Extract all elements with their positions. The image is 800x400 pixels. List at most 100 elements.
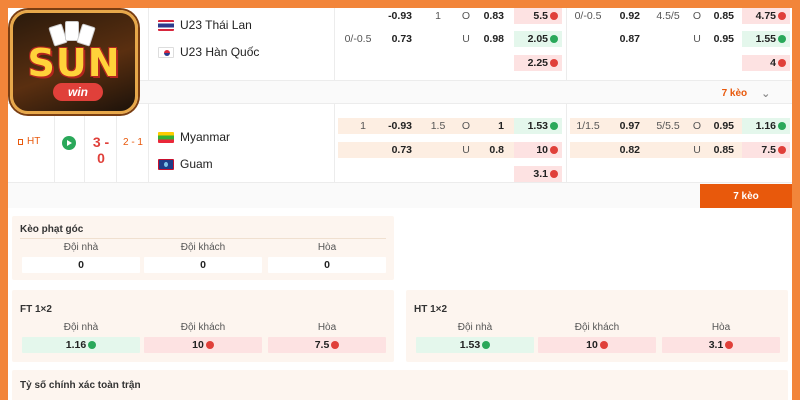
col-home: Đội nhà — [457, 322, 493, 333]
away-team-name: Guam — [180, 157, 213, 171]
x12-odds[interactable]: 2.05 — [514, 31, 562, 47]
col-away: Đội khách — [574, 322, 620, 333]
x12-odds[interactable]: 2.25 — [514, 55, 562, 71]
col-home: Đội nhà — [63, 322, 99, 333]
col-away: Đội khách — [180, 242, 226, 253]
ht-hcp: 0/-0.5 — [574, 10, 602, 22]
odds-away[interactable]: 0 — [144, 257, 262, 273]
ht-ou-side: O — [692, 120, 702, 132]
exact-score-panel: Tỷ số chính xác toàn trận — [12, 370, 788, 400]
ht-x12-odds[interactable]: 4 — [742, 55, 790, 71]
ou-line: 1.5 — [430, 120, 446, 132]
down-indicator-icon — [550, 146, 558, 154]
up-indicator-icon — [778, 35, 786, 43]
ou-odds[interactable]: 0.83 — [476, 8, 508, 24]
odds-home[interactable]: 1.53 — [416, 337, 534, 353]
ou-side: U — [462, 144, 470, 156]
ht-x12-odds[interactable]: 1.55 — [742, 31, 790, 47]
logo-text: SUN — [27, 41, 121, 85]
up-indicator-icon — [778, 122, 786, 130]
ht-hcp-odds[interactable]: 0.82 — [608, 142, 644, 158]
down-indicator-icon — [778, 12, 786, 20]
ht-x12-odds[interactable]: 4.75 — [742, 8, 790, 24]
ht-x12-odds[interactable]: 7.5 — [742, 142, 790, 158]
ht-x12-odds[interactable]: 1.16 — [742, 118, 790, 134]
odds-draw[interactable]: 7.5 — [268, 337, 386, 353]
odds-draw[interactable]: 3.1 — [662, 337, 780, 353]
ht-hcp-odds[interactable]: 0.92 — [608, 8, 644, 24]
more-bets-row: 7 kèo — [8, 182, 792, 208]
odds-draw[interactable]: 0 — [268, 257, 386, 273]
home-team-name: U23 Thái Lan — [180, 18, 252, 32]
up-indicator-icon — [88, 341, 97, 349]
down-indicator-icon — [725, 341, 734, 349]
south-korea-flag-icon — [158, 46, 174, 58]
panel-title: Kèo phạt góc — [20, 224, 84, 235]
ht-hcp-odds[interactable]: 0.87 — [608, 31, 644, 47]
chevron-down-icon: ⌄ — [761, 87, 771, 100]
ou-odds[interactable]: 0.98 — [476, 31, 508, 47]
hcp-odds[interactable]: 0.73 — [378, 31, 416, 47]
ou-side: U — [462, 33, 470, 45]
bet-detail-area: Kèo phạt góc Đội nhà Đội khách Hòa 0 0 0… — [8, 208, 792, 400]
more-bets-toggle[interactable]: 7 kèo ⌄ — [700, 81, 792, 105]
hcp-odds[interactable]: 0.73 — [378, 142, 416, 158]
odds-away[interactable]: 10 — [538, 337, 656, 353]
home-team: Myanmar — [158, 130, 230, 144]
down-indicator-icon — [205, 341, 214, 349]
sunwin-logo: SUN win — [10, 10, 138, 114]
ou-odds[interactable]: 1 — [476, 118, 508, 134]
down-indicator-icon — [778, 146, 786, 154]
ht-ou-odds[interactable]: 0.85 — [704, 8, 738, 24]
ou-side: O — [461, 120, 471, 132]
logo-subtext: win — [53, 83, 103, 101]
ou-odds[interactable]: 0.8 — [476, 142, 508, 158]
ht-ou-line: 5/5.5 — [656, 120, 680, 132]
ht-hcp: 1/1.5 — [576, 120, 600, 132]
col-away: Đội khách — [180, 322, 226, 333]
up-indicator-icon — [482, 341, 491, 349]
hcp-odds[interactable]: -0.93 — [378, 118, 416, 134]
up-indicator-icon — [550, 35, 558, 43]
ht-ou-odds[interactable]: 0.85 — [704, 142, 738, 158]
ht-ou-side: U — [693, 33, 701, 45]
ht-ou-side: O — [692, 10, 702, 22]
ht-1x2-panel: HT 1×2 Đội nhà Đội khách Hòa 1.53 10 3.1 — [406, 290, 788, 362]
down-indicator-icon — [331, 341, 340, 349]
ft-1x2-panel: FT 1×2 Đội nhà Đội khách Hòa 1.16 10 7.5 — [12, 290, 394, 362]
x12-odds[interactable]: 10 — [514, 142, 562, 158]
match-status: HT — [18, 136, 40, 147]
match-odds-page: U23 Thái Lan U23 Hàn Quốc -0.93 1 O 0.83… — [8, 8, 792, 400]
myanmar-flag-icon — [158, 131, 174, 143]
hcp-odds[interactable]: -0.93 — [338, 8, 416, 24]
guam-flag-icon — [158, 158, 174, 170]
away-team: Guam — [158, 157, 213, 171]
odds-away[interactable]: 10 — [144, 337, 262, 353]
panel-title: FT 1×2 — [20, 304, 52, 315]
ht-ou-odds[interactable]: 0.95 — [704, 118, 738, 134]
hcp-line: 0/-0.5 — [344, 33, 372, 45]
away-team-name: U23 Hàn Quốc — [180, 45, 260, 59]
more-bets-toggle[interactable]: 7 kèo — [700, 184, 792, 208]
ht-ou-odds[interactable]: 0.95 — [704, 31, 738, 47]
panel-title: HT 1×2 — [414, 304, 448, 315]
home-team-name: Myanmar — [180, 130, 231, 144]
down-indicator-icon — [550, 12, 558, 20]
match-score: 3 - 0 — [92, 134, 110, 166]
odds-home[interactable]: 0 — [22, 257, 140, 273]
odds-home[interactable]: 1.16 — [22, 337, 140, 353]
col-draw: Hòa — [711, 322, 731, 333]
thailand-flag-icon — [158, 19, 174, 31]
ht-ou-line: 4.5/5 — [656, 10, 680, 22]
hcp-line: 1 — [360, 120, 366, 132]
ht-ou-side: U — [693, 144, 701, 156]
x12-odds[interactable]: 1.53 — [514, 118, 562, 134]
down-indicator-icon — [778, 59, 786, 67]
live-play-icon[interactable] — [62, 136, 76, 150]
stats-icon — [18, 138, 23, 145]
ht-hcp-odds[interactable]: 0.97 — [608, 118, 644, 134]
home-team: U23 Thái Lan — [158, 18, 252, 32]
x12-odds[interactable]: 3.1 — [514, 166, 562, 182]
away-team: U23 Hàn Quốc — [158, 45, 259, 59]
x12-odds[interactable]: 5.5 — [514, 8, 562, 24]
